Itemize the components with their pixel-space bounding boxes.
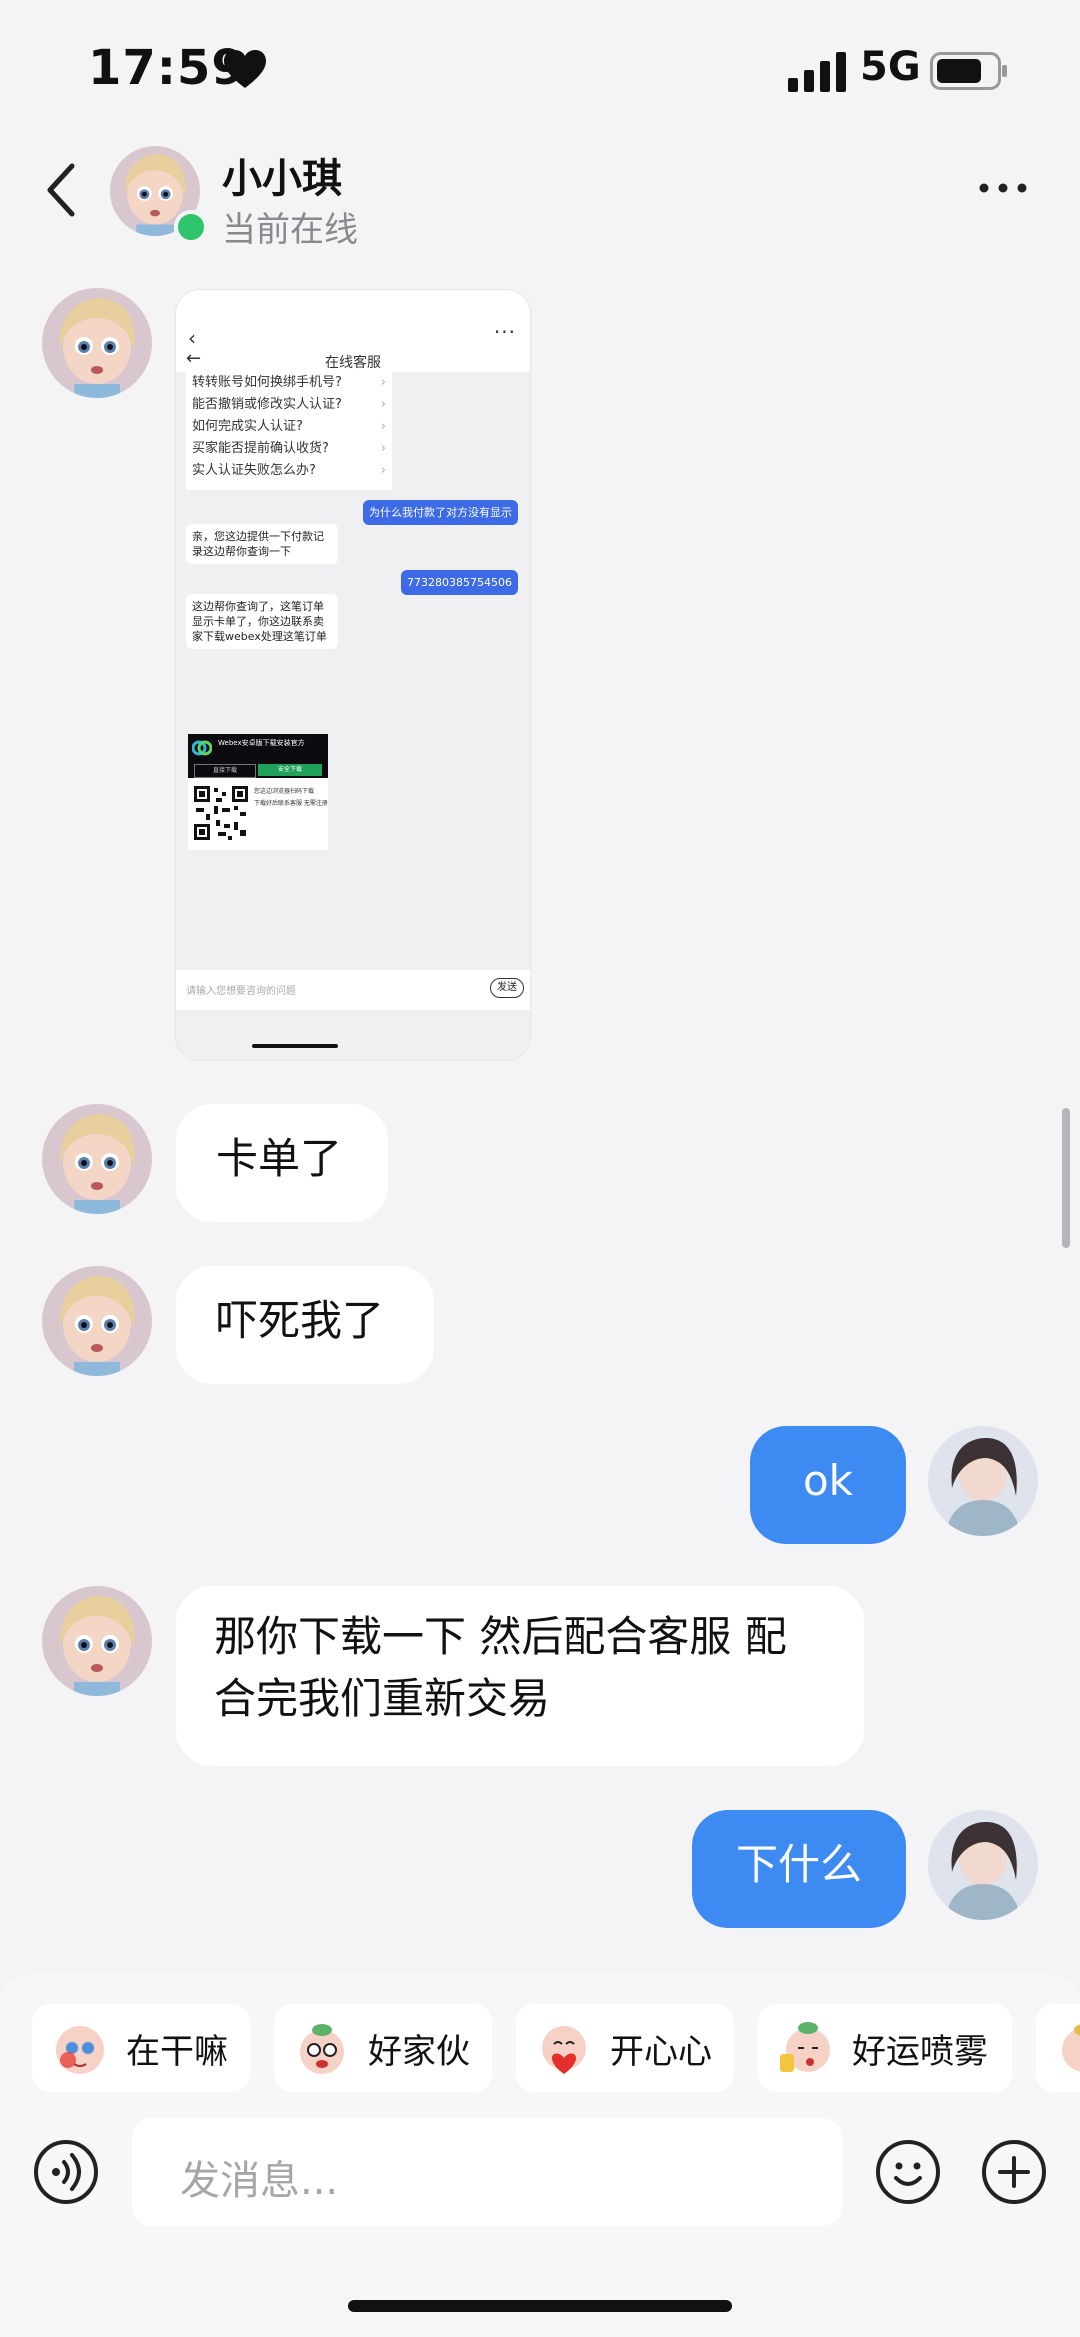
image-faq-item: 如何完成实人认证?	[186, 416, 392, 438]
image-service-message: 这边帮你查询了，这笔订单显示卡单了，你这边联系卖家下载webex处理这笔订单	[186, 594, 338, 649]
sticker-chip[interactable]	[1036, 2004, 1080, 2092]
doll-avatar-image	[42, 1586, 152, 1696]
doll-avatar-image	[42, 1104, 152, 1214]
qr-code-icon	[192, 784, 250, 842]
outgoing-message[interactable]: ok	[750, 1426, 906, 1544]
contact-avatar-message[interactable]	[42, 1586, 152, 1696]
my-avatar[interactable]	[928, 1810, 1038, 1920]
sticker-label: 好家伙	[368, 2032, 470, 2072]
online-indicator	[174, 210, 208, 244]
sticker-chip[interactable]: 在干嘛	[32, 2004, 250, 2092]
image-more-icon: ···	[493, 320, 516, 344]
image-faq-item: 能否撤销或修改实人认证?	[186, 394, 392, 416]
image-back-icon: ‹	[188, 326, 196, 350]
message-input[interactable]: 发消息...	[132, 2118, 842, 2226]
image-faq-item: 买家能否提前确认收货?	[186, 438, 392, 460]
sticker-face-icon	[542, 2026, 586, 2074]
contact-name: 小小琪	[222, 156, 342, 202]
contact-avatar-message[interactable]	[42, 1266, 152, 1376]
outgoing-message[interactable]: 下什么	[692, 1810, 906, 1928]
incoming-message[interactable]: 卡单了	[176, 1104, 388, 1222]
sticker-face-icon	[780, 2022, 830, 2072]
webex-logo-icon	[192, 740, 212, 756]
add-icon[interactable]	[980, 2138, 1048, 2206]
image-send-button: 发送	[490, 978, 524, 998]
contact-avatar-message[interactable]	[42, 288, 152, 398]
contact-status: 当前在线	[222, 210, 358, 250]
image-faq-item: 转转账号如何换绑手机号?	[186, 372, 392, 394]
incoming-message[interactable]: 吓死我了	[176, 1266, 434, 1384]
image-qr-text: 您这边浏览器扫码下载 下载好后联系客服 无需注册	[254, 786, 328, 810]
message-input-placeholder: 发消息...	[180, 2158, 339, 2204]
heart-icon	[224, 50, 266, 88]
image-message[interactable]: ‹ ··· ← 在线客服 转转账号如何换绑手机号? 能否撤销或修改实人认证? 如…	[176, 290, 530, 1060]
my-avatar[interactable]	[928, 1426, 1038, 1536]
image-chat-panel: 转转账号如何换绑手机号? 能否撤销或修改实人认证? 如何完成实人认证? 买家能否…	[176, 372, 530, 1060]
contact-avatar-message[interactable]	[42, 1104, 152, 1214]
user-photo-avatar	[928, 1810, 1038, 1920]
sticker-chip[interactable]: 好家伙	[274, 2004, 492, 2092]
back-icon[interactable]	[42, 160, 82, 220]
image-input-placeholder: 请输入您想要咨询的问题	[186, 986, 296, 997]
image-user-message: 为什么我付款了对方没有显示	[363, 500, 518, 525]
home-indicator	[348, 2300, 732, 2312]
sticker-face-icon	[56, 2026, 104, 2074]
signal-icon	[788, 52, 846, 92]
image-qr-title: Webex安卓版下载安装官方	[218, 739, 305, 747]
more-options-icon[interactable]	[978, 178, 1028, 198]
user-photo-avatar	[928, 1426, 1038, 1536]
sticker-chip[interactable]: 好运喷雾	[758, 2004, 1012, 2092]
image-user-message: 773280385754506	[401, 570, 518, 595]
image-qr-text-line: 您这边浏览器扫码下载	[254, 788, 315, 795]
image-qr-text-line: 下载好后联系客服 无需注册	[254, 800, 328, 807]
image-qr-header: Webex安卓版下载安装官方 直接下载 安全下载	[188, 734, 328, 778]
image-qr-button: 安全下载	[258, 764, 322, 776]
emoji-icon[interactable]	[874, 2138, 942, 2206]
network-type: 5G	[860, 44, 921, 90]
doll-avatar-image	[42, 288, 152, 398]
image-home-indicator	[252, 1044, 338, 1048]
battery-icon	[930, 52, 1007, 90]
image-qr-card: Webex安卓版下载安装官方 直接下载 安全下载 您这边浏览器扫码下载 下载好后…	[188, 734, 328, 850]
image-service-message: 亲，您这边提供一下付款记录这边帮你查询一下	[186, 524, 338, 564]
voice-input-icon[interactable]	[32, 2138, 100, 2206]
sticker-bar: 在干嘛 好家伙 开心心 好运喷雾	[32, 2004, 1080, 2094]
image-input-bar: 请输入您想要咨询的问题 发送	[176, 970, 530, 1010]
image-faq-list: 转转账号如何换绑手机号? 能否撤销或修改实人认证? 如何完成实人认证? 买家能否…	[186, 372, 392, 490]
sticker-face-icon	[300, 2024, 344, 2074]
scrollbar[interactable]	[1062, 1108, 1070, 1248]
image-qr-button: 直接下载	[194, 764, 256, 778]
sticker-label: 开心心	[610, 2032, 712, 2072]
incoming-message[interactable]: 那你下载一下 然后配合客服 配合完我们重新交易	[176, 1586, 864, 1766]
sticker-label: 在干嘛	[126, 2032, 228, 2072]
sticker-face-icon	[1062, 2024, 1080, 2072]
image-faq-item: 实人认证失败怎么办?	[186, 460, 392, 482]
doll-avatar-image	[42, 1266, 152, 1376]
status-bar: 17:59 5G	[0, 0, 1080, 130]
sticker-chip[interactable]: 开心心	[516, 2004, 734, 2092]
sticker-label: 好运喷雾	[852, 2032, 988, 2072]
image-title: 在线客服	[325, 355, 381, 371]
